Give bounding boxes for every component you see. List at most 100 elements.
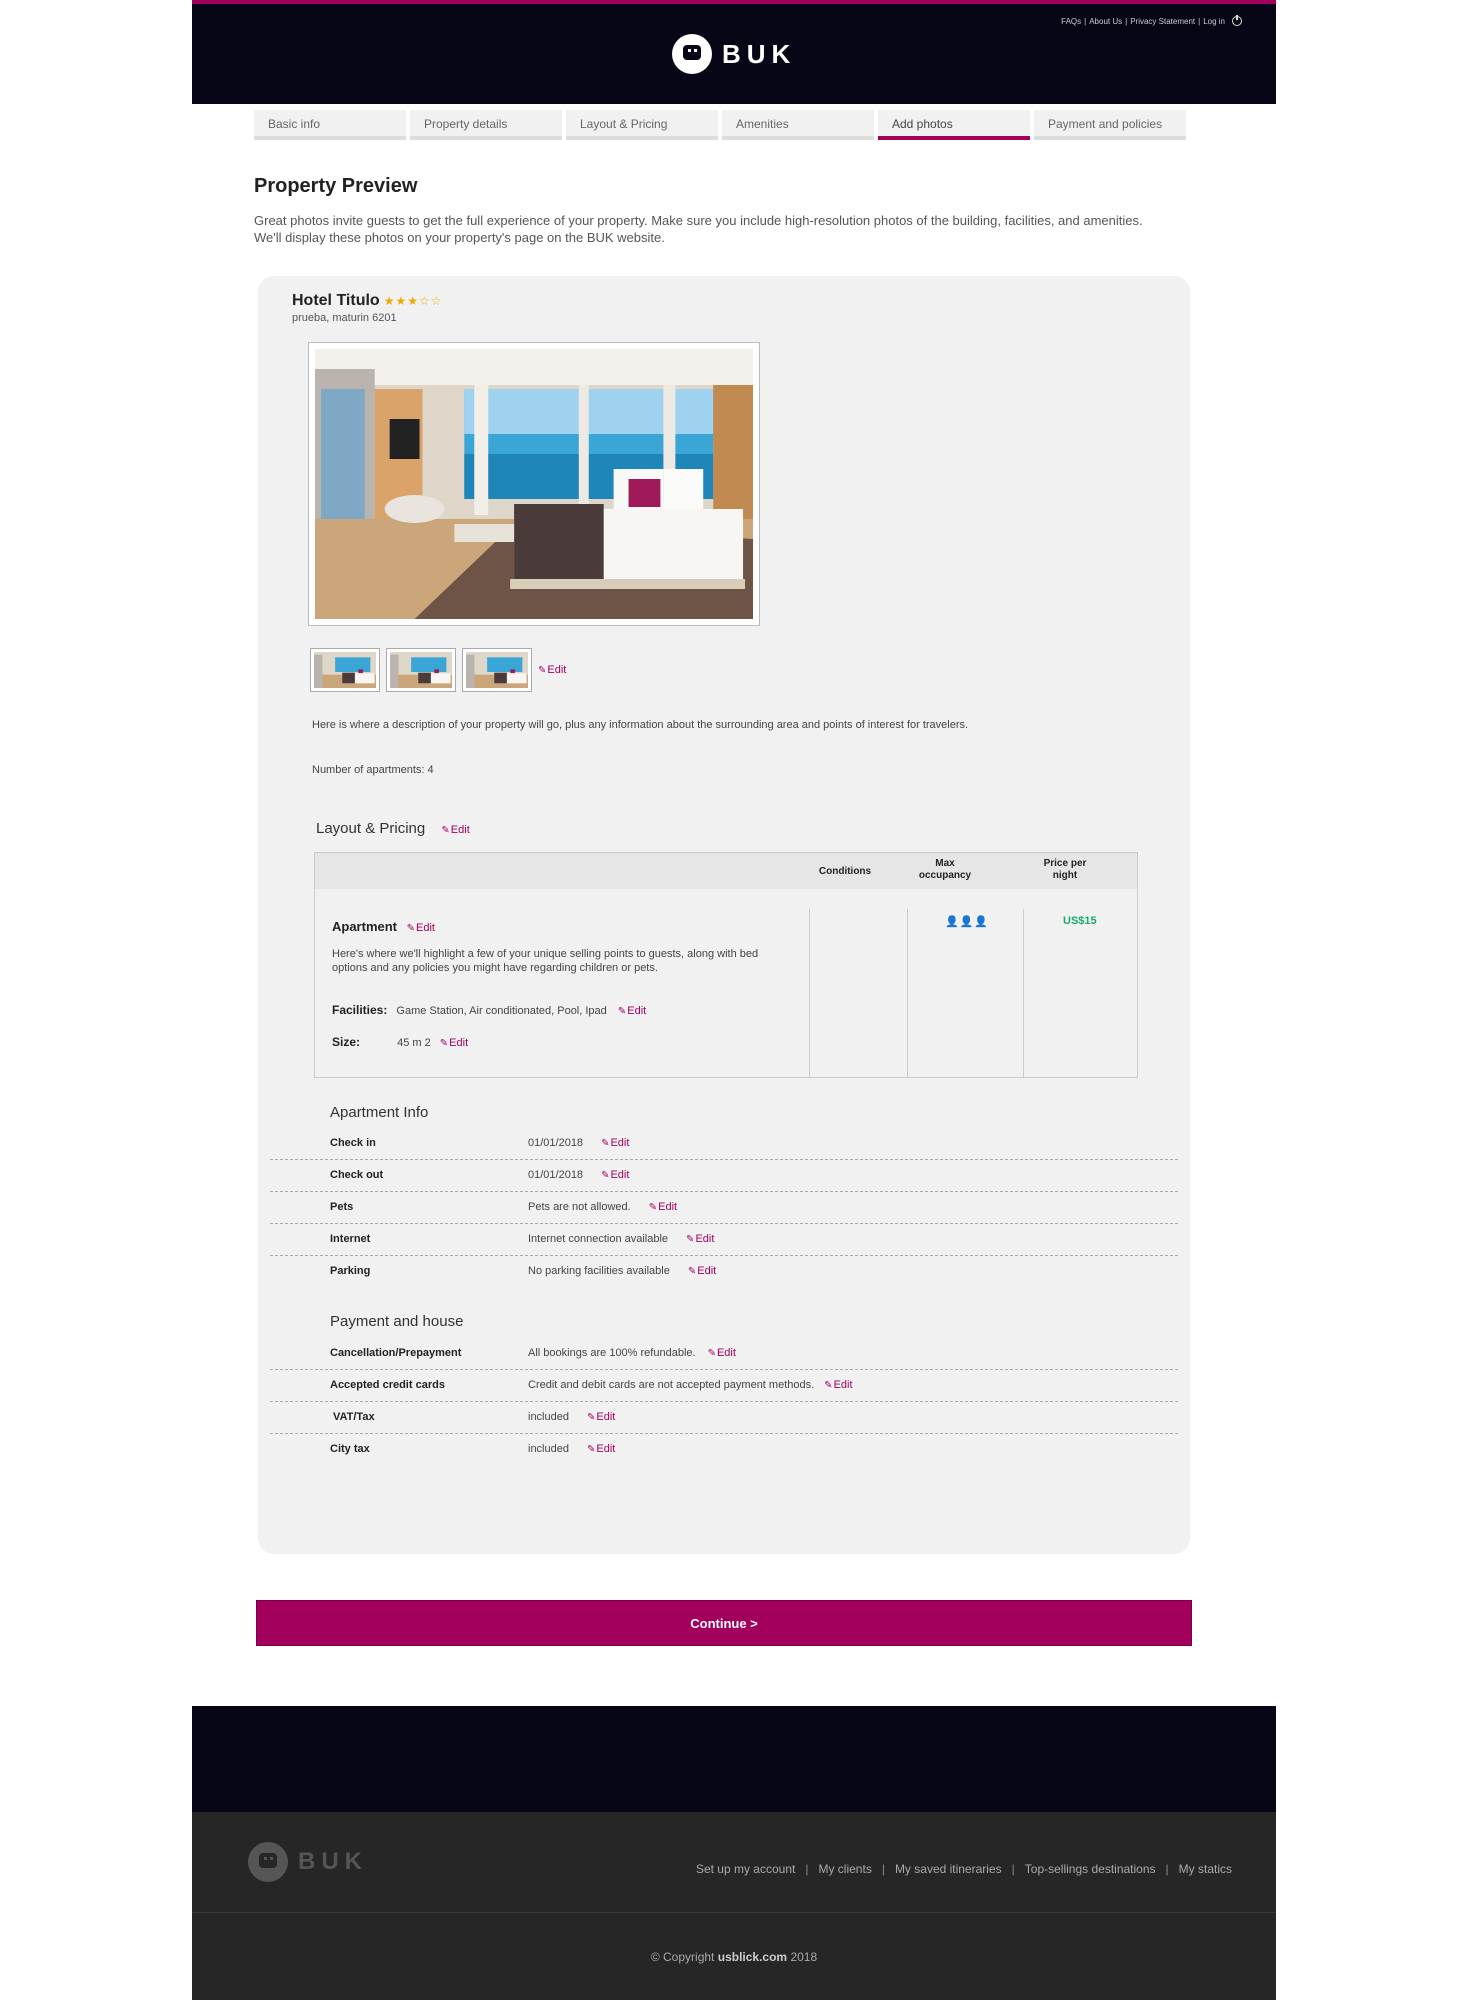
payment-value: included [528,1411,569,1423]
info-value-wrap: Internet connection available Edit [528,1233,714,1245]
login-link[interactable]: Log in [1203,17,1225,26]
edit-facilities-link[interactable]: Edit [618,1005,646,1017]
info-value-wrap: 01/01/2018 Edit [528,1137,629,1149]
tab-add-photos[interactable]: Add photos [878,110,1030,140]
tab-basic-info[interactable]: Basic info [254,110,406,140]
tab-payment-policies[interactable]: Payment and policies [1034,110,1186,140]
occupancy-icons: 👤👤👤 [945,916,990,928]
payment-value: Credit and debit cards are not accepted … [528,1379,815,1391]
edit-city-tax-link[interactable]: Edit [587,1443,615,1455]
edit-internet-link[interactable]: Edit [686,1233,714,1245]
room-photo-image [315,349,753,619]
edit-cancellation-link[interactable]: Edit [708,1347,736,1359]
tab-amenities[interactable]: Amenities [722,110,874,140]
payment-value: included [528,1443,569,1455]
facilities-value: Game Station, Air conditionated, Pool, I… [396,1005,607,1017]
copyright-site[interactable]: usblick.com [718,1950,787,1964]
footer-divider [192,1912,1276,1913]
size-value: 45 m 2 [397,1037,431,1049]
info-label: Check in [330,1137,376,1149]
page-frame: FAQs | About Us | Privacy Statement | Log i… [192,0,1276,2000]
info-row-check-out: Check out 01/01/2018 Edit [270,1160,1178,1192]
hotel-address: prueba, maturin 6201 [292,312,397,324]
pricing-table: Conditions Max occupancy Price per night… [314,852,1138,1078]
info-label: Parking [330,1265,371,1277]
edit-size-link[interactable]: Edit [440,1037,468,1049]
payment-row-cancellation: Cancellation/Prepayment All bookings are… [270,1338,1178,1370]
info-value: 01/01/2018 [528,1169,584,1181]
thumbnail-image [466,652,528,688]
info-value: No parking facilities available [528,1265,670,1277]
edit-check-out-link[interactable]: Edit [601,1169,629,1181]
faqs-link[interactable]: FAQs [1061,17,1081,26]
photo-thumbnails: Edit [310,648,566,692]
logo[interactable]: BUK [672,34,796,74]
layout-pricing-title: Layout & Pricing [316,820,426,837]
info-value: 01/01/2018 [528,1137,584,1149]
footer: BUK Set up my account | My clients | My sa… [192,1812,1276,2000]
info-value-wrap: 01/01/2018 Edit [528,1169,629,1181]
buk-logo-icon [672,34,712,74]
footer-link-destinations[interactable]: Top-sellings destinations [1025,1862,1156,1876]
payment-label: VAT/Tax [333,1411,375,1423]
footer-link-clients[interactable]: My clients [818,1862,871,1876]
payment-row-city-tax: City tax included Edit [270,1434,1178,1466]
info-row-parking: Parking No parking facilities available E… [270,1256,1178,1288]
tab-property-details[interactable]: Property details [410,110,562,140]
footer-links: Set up my account | My clients | My saved … [695,1862,1232,1876]
payment-house-title: Payment and house [330,1313,464,1330]
column-divider [809,909,810,1077]
payment-value-wrap: All bookings are 100% refundable. Edit [528,1347,736,1359]
payment-label: Accepted credit cards [330,1379,445,1391]
footer-link-statics[interactable]: My statics [1179,1862,1232,1876]
size-label: Size: [332,1035,361,1049]
tab-layout-pricing[interactable]: Layout & Pricing [566,110,718,140]
edit-check-in-link[interactable]: Edit [601,1137,629,1149]
edit-photos-link[interactable]: Edit [538,664,566,676]
apartment-info-title: Apartment Info [330,1104,429,1121]
footer-logo-text: BUK [298,1848,368,1875]
main-photo[interactable] [308,342,760,626]
buk-logo-icon [248,1842,288,1882]
info-label: Internet [330,1233,371,1245]
payment-value-wrap: Credit and debit cards are not accepted … [528,1379,853,1391]
top-links: FAQs | About Us | Privacy Statement | Log i… [1061,15,1242,26]
payment-row-vat: VAT/Tax included Edit [270,1402,1178,1434]
edit-vat-link[interactable]: Edit [587,1411,615,1423]
number-of-apartments: Number of apartments: 4 [312,764,434,776]
info-value-wrap: Pets are not allowed. Edit [528,1201,677,1213]
edit-parking-link[interactable]: Edit [688,1265,716,1277]
column-divider [1023,909,1024,1077]
thumbnail-image [314,652,376,688]
facilities-label: Facilities: [332,1003,388,1017]
edit-credit-cards-link[interactable]: Edit [824,1379,852,1391]
about-link[interactable]: About Us [1089,17,1122,26]
page-intro: Great photos invite guests to get the fu… [254,213,1143,245]
copyright-prefix: © Copyright [650,1950,715,1964]
hotel-name: Hotel Titulo [292,292,380,309]
continue-button[interactable]: Continue > [256,1600,1192,1646]
thumbnail-3[interactable] [462,648,532,692]
hotel-name-row: Hotel Titulo ★★★☆☆ [292,292,443,310]
footer-link-itineraries[interactable]: My saved itineraries [895,1862,1002,1876]
info-value-wrap: No parking facilities available Edit [528,1265,716,1277]
apartment-name-row: Apartment Edit [332,919,435,934]
info-row-pets: Pets Pets are not allowed. Edit [270,1192,1178,1224]
info-label: Check out [330,1169,384,1181]
apartment-name: Apartment [332,919,398,934]
thumbnail-1[interactable] [310,648,380,692]
logo-text: BUK [722,38,797,69]
privacy-link[interactable]: Privacy Statement [1130,17,1195,26]
star-rating: ★★★☆☆ [383,294,443,308]
edit-layout-link[interactable]: Edit [441,824,469,836]
pricing-table-header: Conditions Max occupancy Price per night [315,853,1137,889]
edit-pets-link[interactable]: Edit [649,1201,677,1213]
col-price: Price per night [1043,858,1087,881]
footer-logo[interactable]: BUK [248,1842,368,1882]
edit-apartment-link[interactable]: Edit [407,922,435,934]
footer-link-account[interactable]: Set up my account [696,1862,795,1876]
payment-label: City tax [330,1443,370,1455]
thumbnail-2[interactable] [386,648,456,692]
payment-row-credit-cards: Accepted credit cards Credit and debit c… [270,1370,1178,1402]
power-icon[interactable] [1232,15,1242,26]
